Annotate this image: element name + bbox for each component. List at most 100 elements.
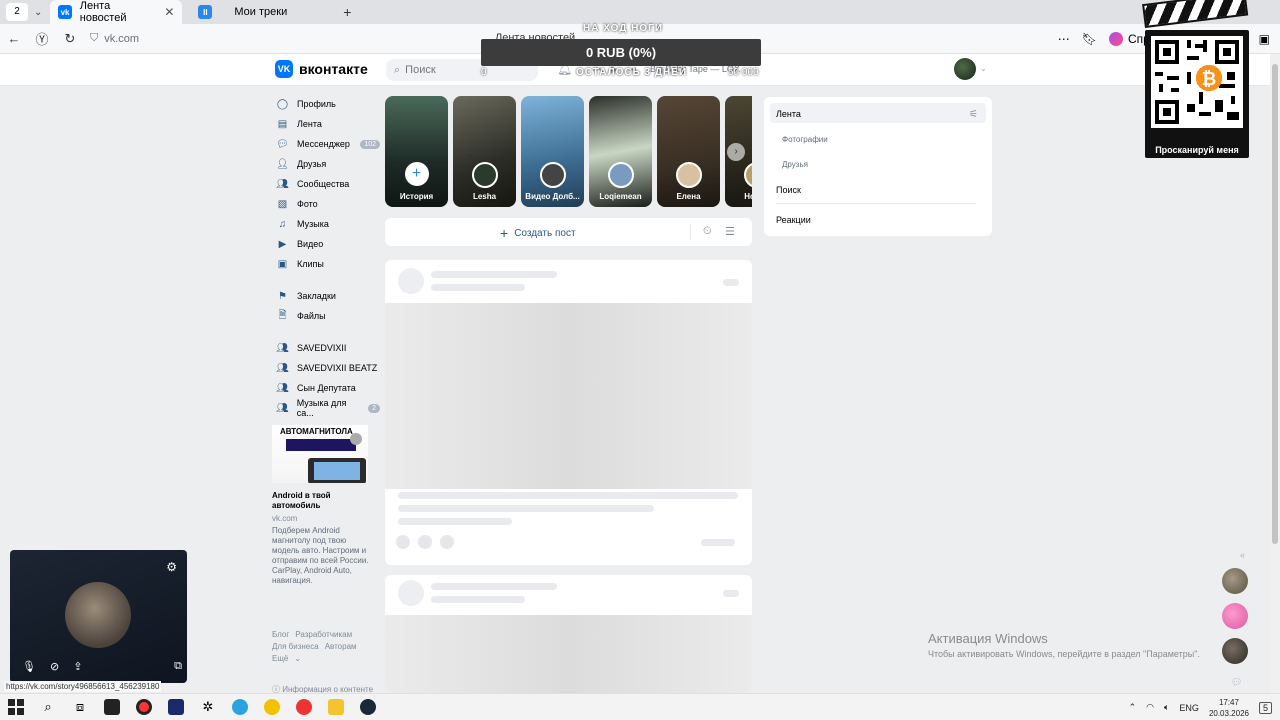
story-item[interactable]: Елена bbox=[657, 96, 720, 207]
menu-item-news[interactable]: ▤ Лента bbox=[272, 114, 380, 134]
new-tab-icon[interactable]: + bbox=[343, 4, 351, 20]
task-view-icon[interactable]: ⧈ bbox=[64, 694, 96, 720]
tab-music[interactable]: II Мои треки bbox=[190, 0, 295, 24]
filter-feed[interactable]: Лента bbox=[776, 109, 801, 119]
back-icon[interactable]: ← bbox=[0, 31, 28, 46]
composer-divider bbox=[690, 224, 691, 240]
app-icon[interactable] bbox=[256, 694, 288, 720]
chevron-down-icon[interactable]: ⌄ bbox=[980, 64, 987, 73]
pip-icon[interactable]: ⧉ bbox=[174, 660, 182, 673]
story-item[interactable]: Loqiemean bbox=[589, 96, 652, 207]
filter-friends[interactable]: Друзья bbox=[782, 160, 808, 169]
chat-avatar[interactable] bbox=[1222, 638, 1248, 664]
story-add[interactable]: + История bbox=[385, 96, 448, 207]
footer-link-blog[interactable]: Блог bbox=[272, 630, 289, 639]
sidebar-ad[interactable]: АВТОМАГНИТОЛА Android в твой автомобиль … bbox=[272, 425, 372, 586]
timer-icon[interactable]: ⏲ bbox=[703, 225, 712, 238]
reload-icon[interactable]: ↻ bbox=[56, 31, 84, 47]
story-item[interactable]: Lesha bbox=[453, 96, 516, 207]
skeleton-action bbox=[440, 535, 454, 549]
menu-item-bookmarks[interactable]: ⚑ Закладки bbox=[272, 286, 380, 306]
wifi-icon[interactable]: ◠ bbox=[1146, 702, 1154, 713]
file-explorer-icon[interactable] bbox=[320, 694, 352, 720]
url-field[interactable]: ⛉ vk.com bbox=[90, 32, 139, 45]
filter-photos[interactable]: Фотографии bbox=[782, 135, 828, 144]
yandex-icon[interactable]: Ⓨ bbox=[28, 29, 56, 48]
menu-item-label: Фото bbox=[297, 199, 318, 209]
yandex-browser-icon[interactable] bbox=[128, 694, 160, 720]
telegram-icon[interactable] bbox=[224, 694, 256, 720]
avatar[interactable] bbox=[954, 58, 976, 80]
extension-icon[interactable]: ▣ bbox=[1259, 32, 1270, 46]
app-icon[interactable] bbox=[288, 694, 320, 720]
tab-count-button[interactable]: 2 bbox=[6, 3, 28, 21]
menu-item-music[interactable]: ♫ Музыка bbox=[272, 214, 380, 234]
ad-more-icon[interactable] bbox=[350, 433, 362, 445]
communities-icon: 👥︎ bbox=[276, 178, 289, 190]
app-icon[interactable] bbox=[160, 694, 192, 720]
ad-image[interactable]: АВТОМАГНИТОЛА bbox=[272, 425, 368, 483]
bookmark-icon[interactable]: 🔖︎ bbox=[1082, 32, 1097, 46]
volume-icon[interactable]: 🔈︎ bbox=[1164, 702, 1169, 713]
footer-link-developers[interactable]: Разработчикам bbox=[295, 630, 352, 639]
ad-headline[interactable]: Android в твой автомобиль bbox=[272, 491, 372, 511]
footer-link-business[interactable]: Для бизнеса bbox=[272, 642, 319, 651]
tab-list-chevron-icon[interactable]: ⌄ bbox=[34, 7, 42, 18]
menu-item-clips[interactable]: ▣ Клипы bbox=[272, 254, 380, 274]
microphone-icon[interactable]: 🎙︎ bbox=[22, 660, 36, 673]
chat-icon[interactable]: 💬︎ bbox=[1231, 677, 1242, 688]
chat-avatar[interactable] bbox=[1222, 603, 1248, 629]
gear-icon[interactable]: ⚙ bbox=[166, 560, 177, 574]
menu-item-friends[interactable]: 👤︎ Друзья bbox=[272, 154, 380, 174]
pinwheel-icon[interactable]: ✲ bbox=[192, 694, 224, 720]
steam-icon[interactable] bbox=[352, 694, 384, 720]
menu-group-syn-deputata[interactable]: 👥︎ Сын Депутата bbox=[272, 378, 380, 398]
create-post-button[interactable]: + Создать пост bbox=[500, 225, 576, 241]
share-screen-icon[interactable]: ⇪ bbox=[73, 660, 82, 673]
notifications-badge[interactable]: 5 bbox=[1258, 701, 1272, 714]
search-icon: ⌕ bbox=[394, 63, 401, 76]
more-icon[interactable]: ⋯ bbox=[1058, 32, 1070, 46]
filter-settings-icon[interactable]: ⚟ bbox=[969, 109, 978, 120]
activation-subtitle: Чтобы активировать Windows, перейдите в … bbox=[928, 649, 1200, 659]
menu-group-savedvixii[interactable]: 👥︎ SAVEDVIXII bbox=[272, 338, 380, 358]
scrollbar-thumb[interactable] bbox=[1272, 64, 1278, 544]
story-item[interactable]: Видео Долб... bbox=[521, 96, 584, 207]
windows-start-icon[interactable] bbox=[0, 694, 32, 720]
tray-chevron-icon[interactable]: ⌃ bbox=[1129, 702, 1137, 713]
menu-item-video[interactable]: ▶ Видео bbox=[272, 234, 380, 254]
donation-goal: 50 000 bbox=[728, 67, 759, 78]
donation-start: 0 bbox=[481, 67, 487, 78]
footer-link-more[interactable]: Ещё bbox=[272, 654, 288, 663]
skeleton-line bbox=[431, 284, 525, 291]
page-scrollbar[interactable] bbox=[1270, 54, 1280, 694]
search-icon[interactable]: ⌕ bbox=[32, 694, 64, 720]
sort-icon[interactable]: ☰ bbox=[725, 225, 735, 238]
vk-logo-icon: VK bbox=[275, 60, 293, 78]
filter-search[interactable]: Поиск bbox=[776, 185, 801, 195]
menu-item-profile[interactable]: ◯ Профиль bbox=[272, 94, 380, 114]
activation-title: Активация Windows bbox=[928, 631, 1048, 646]
filter-reactions[interactable]: Реакции bbox=[776, 215, 811, 225]
clock[interactable]: 17:47 20.03.2026 bbox=[1209, 697, 1249, 719]
menu-item-files[interactable]: 🗎︎ Файлы bbox=[272, 306, 380, 326]
menu-item-label: Музыка для са... bbox=[296, 398, 347, 418]
group-badge: 2 bbox=[368, 403, 380, 413]
chat-avatar[interactable] bbox=[1222, 568, 1248, 594]
menu-item-messenger[interactable]: 💬︎ Мессенджер 102 bbox=[272, 134, 380, 154]
menu-group-savedvixii-beatz[interactable]: 👥︎ SAVEDVIXII BEATZ bbox=[272, 358, 380, 378]
camera-off-icon[interactable]: ⊘ bbox=[50, 660, 59, 673]
language-indicator[interactable]: ENG bbox=[1179, 703, 1199, 713]
collapse-icon[interactable]: « bbox=[1240, 550, 1245, 560]
close-tab-icon[interactable]: ✕ bbox=[164, 5, 174, 19]
donation-progress: 0 RUB (0%) bbox=[481, 39, 761, 66]
app-icon[interactable] bbox=[96, 694, 128, 720]
footer-link-authors[interactable]: Авторам bbox=[325, 642, 357, 651]
skeleton-line bbox=[723, 279, 739, 286]
menu-item-photo[interactable]: ▧ Фото bbox=[272, 194, 380, 214]
menu-item-communities[interactable]: 👥︎ Сообщества bbox=[272, 174, 380, 194]
tab-news[interactable]: vk Лента новостей ✕ bbox=[50, 0, 183, 24]
menu-group-music[interactable]: 👥︎ Музыка для са... 2 bbox=[272, 398, 380, 418]
vk-logo[interactable]: VK вконтакте bbox=[275, 60, 368, 78]
stories-next-icon[interactable]: › bbox=[727, 143, 745, 161]
